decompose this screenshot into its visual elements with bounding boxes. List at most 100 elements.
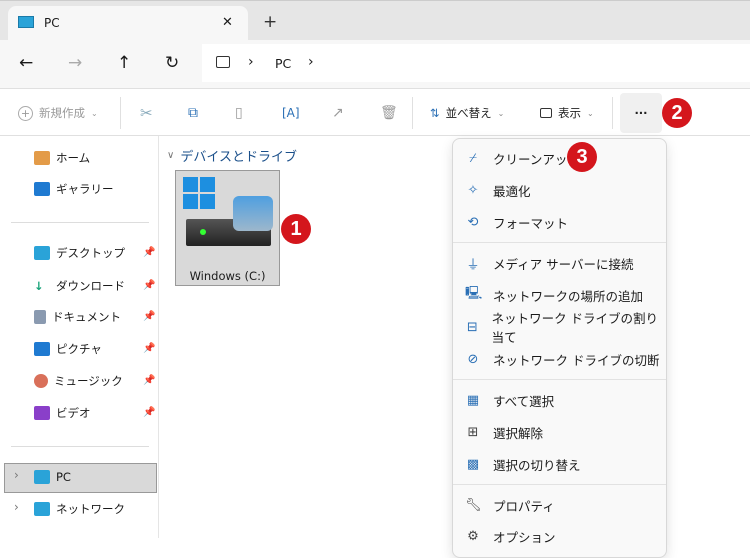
forward-button[interactable]: → <box>68 53 82 73</box>
pin-icon[interactable]: 📌 <box>143 280 155 291</box>
menu-item-invert-selection[interactable]: ▩ 選択の切り替え <box>465 453 581 475</box>
view-label: 表示 <box>558 106 581 120</box>
gallery-icon <box>34 182 50 196</box>
paste-button[interactable]: ▯ <box>235 89 243 137</box>
up-button[interactable]: ↑ <box>117 53 131 73</box>
section-header-devices[interactable]: ∨ デバイスとドライブ <box>167 146 297 165</box>
new-label: 新規作成 <box>39 106 85 120</box>
back-button[interactable]: ← <box>19 53 33 73</box>
sidebar-item-pc[interactable]: PC <box>34 467 71 487</box>
trash-icon: 🗑 <box>380 105 398 121</box>
address-bar[interactable]: › PC › <box>202 44 750 82</box>
new-button[interactable]: + 新規作成 ⌄ <box>18 89 98 137</box>
menu-item-format[interactable]: ⟲ フォーマット <box>465 211 568 233</box>
sidebar-item-home[interactable]: ホーム <box>34 148 90 168</box>
chevron-down-icon: ∨ <box>167 150 175 161</box>
sort-label: 並べ替え <box>445 106 492 120</box>
drive-c-tile[interactable]: Windows (C:) <box>175 170 280 286</box>
menu-item-add-network-location[interactable]: 🖳 ネットワークの場所の追加 <box>465 284 643 306</box>
format-drive-icon: ⟲ <box>467 214 479 230</box>
pin-icon[interactable]: 📌 <box>143 343 155 354</box>
disconnect-drive-icon: ⊘ <box>467 351 479 367</box>
share-icon: ↗ <box>332 105 344 121</box>
windows-logo-icon <box>183 177 215 209</box>
pin-icon[interactable]: 📌 <box>143 407 155 418</box>
menu-item-label: フォーマット <box>493 215 569 231</box>
rename-icon: [A] <box>282 106 300 120</box>
network-location-icon: 🖳 <box>465 286 483 301</box>
computer-icon <box>216 56 230 68</box>
broom-icon: ⌿ <box>469 150 477 166</box>
breadcrumb-pc[interactable]: PC <box>275 56 291 71</box>
sidebar-item-pictures[interactable]: ピクチャ <box>34 339 102 359</box>
menu-item-media-server[interactable]: ⏚ メディア サーバーに接続 <box>465 252 633 274</box>
see-more-button[interactable]: ··· <box>620 93 662 133</box>
clipboard-icon: ▯ <box>235 105 243 121</box>
expand-chevron-icon[interactable]: › <box>14 500 19 514</box>
menu-item-select-none[interactable]: ⊞ 選択解除 <box>465 421 543 443</box>
sort-icon: ⇅ <box>430 106 440 120</box>
chevron-down-icon: ⌄ <box>91 108 98 118</box>
sort-button[interactable]: ⇅ 並べ替え ⌄ <box>430 89 504 137</box>
sidebar-item-label: ピクチャ <box>56 342 102 356</box>
select-all-icon: ▦ <box>466 392 480 408</box>
expand-chevron-icon[interactable]: › <box>14 468 19 482</box>
more-icon: ··· <box>634 106 648 120</box>
step-badge-1: 1 <box>281 214 311 244</box>
monitor-icon <box>18 16 34 28</box>
menu-item-cleanup[interactable]: ⌿ クリーンアップ <box>465 147 580 169</box>
step-badge-2: 2 <box>662 98 692 128</box>
sidebar-item-label: ダウンロード <box>56 279 125 293</box>
optimize-drive-icon: ✧ <box>467 182 479 198</box>
navigation-pane: ホーム ギャラリー デスクトップ 📌 ↓ ダウンロード 📌 ドキュメント 📌 ピク… <box>0 136 159 538</box>
sidebar-item-label: PC <box>56 470 71 484</box>
sidebar-item-label: ホーム <box>56 151 91 165</box>
delete-button[interactable]: 🗑 <box>380 89 398 137</box>
close-tab-button[interactable]: ✕ <box>222 15 233 30</box>
pin-icon[interactable]: 📌 <box>143 311 155 322</box>
new-tab-button[interactable]: + <box>263 12 277 32</box>
menu-item-select-all[interactable]: ▦ すべて選択 <box>465 389 554 411</box>
view-icon <box>540 108 552 118</box>
sidebar-item-music[interactable]: ミュージック <box>34 371 123 391</box>
menu-item-disconnect-network-drive[interactable]: ⊘ ネットワーク ドライブの切断 <box>465 348 660 370</box>
copy-button[interactable]: ⧉ <box>188 89 198 137</box>
video-icon <box>34 406 50 420</box>
share-button[interactable]: ↗ <box>332 89 344 137</box>
tab-title: PC <box>44 16 60 30</box>
sidebar-item-label: ドキュメント <box>52 310 121 324</box>
chevron-down-icon: ⌄ <box>587 108 594 118</box>
menu-item-map-network-drive[interactable]: ⊟ ネットワーク ドライブの割り当て <box>465 311 666 345</box>
sidebar-item-network[interactable]: ネットワーク <box>34 499 125 519</box>
refresh-button[interactable]: ↻ <box>165 53 179 73</box>
document-icon <box>34 310 46 324</box>
menu-item-optimize[interactable]: ✧ 最適化 <box>465 179 531 201</box>
sidebar-item-downloads[interactable]: ↓ ダウンロード <box>34 276 125 296</box>
download-icon: ↓ <box>34 279 44 293</box>
menu-item-label: オプション <box>493 529 556 545</box>
drive-label: Windows (C:) <box>189 269 266 283</box>
menu-item-options[interactable]: ⚙ オプション <box>465 525 556 547</box>
sidebar-item-desktop[interactable]: デスクトップ <box>34 243 125 263</box>
pin-icon[interactable]: 📌 <box>143 247 155 258</box>
sidebar-item-videos[interactable]: ビデオ <box>34 403 91 423</box>
menu-item-label: ネットワーク ドライブの切断 <box>493 352 660 368</box>
sidebar-item-pc-selected[interactable] <box>4 463 157 493</box>
monitor-icon <box>34 470 50 484</box>
menu-item-properties[interactable]: 🔧︎ プロパティ <box>465 494 555 516</box>
sidebar-item-documents[interactable]: ドキュメント <box>34 307 121 327</box>
pictures-icon <box>34 342 50 356</box>
breadcrumb-separator[interactable]: › <box>308 54 314 70</box>
network-icon <box>34 502 50 516</box>
section-title: デバイスとドライブ <box>180 150 297 165</box>
sidebar-item-gallery[interactable]: ギャラリー <box>34 179 114 199</box>
sidebar-item-label: ギャラリー <box>56 182 114 196</box>
rename-button[interactable]: [A] <box>282 89 300 137</box>
tab-pc[interactable]: PC ✕ <box>8 6 248 40</box>
pin-icon[interactable]: 📌 <box>143 375 155 386</box>
view-button[interactable]: 表示 ⌄ <box>540 89 594 137</box>
command-bar: + 新規作成 ⌄ ✂ ⧉ ▯ [A] ↗ 🗑 ⇅ 並べ替え ⌄ 表示 ⌄ ··· <box>0 88 750 136</box>
wrench-icon: 🔧︎ <box>465 497 482 513</box>
cut-button[interactable]: ✂ <box>140 89 153 137</box>
divider <box>453 379 666 380</box>
